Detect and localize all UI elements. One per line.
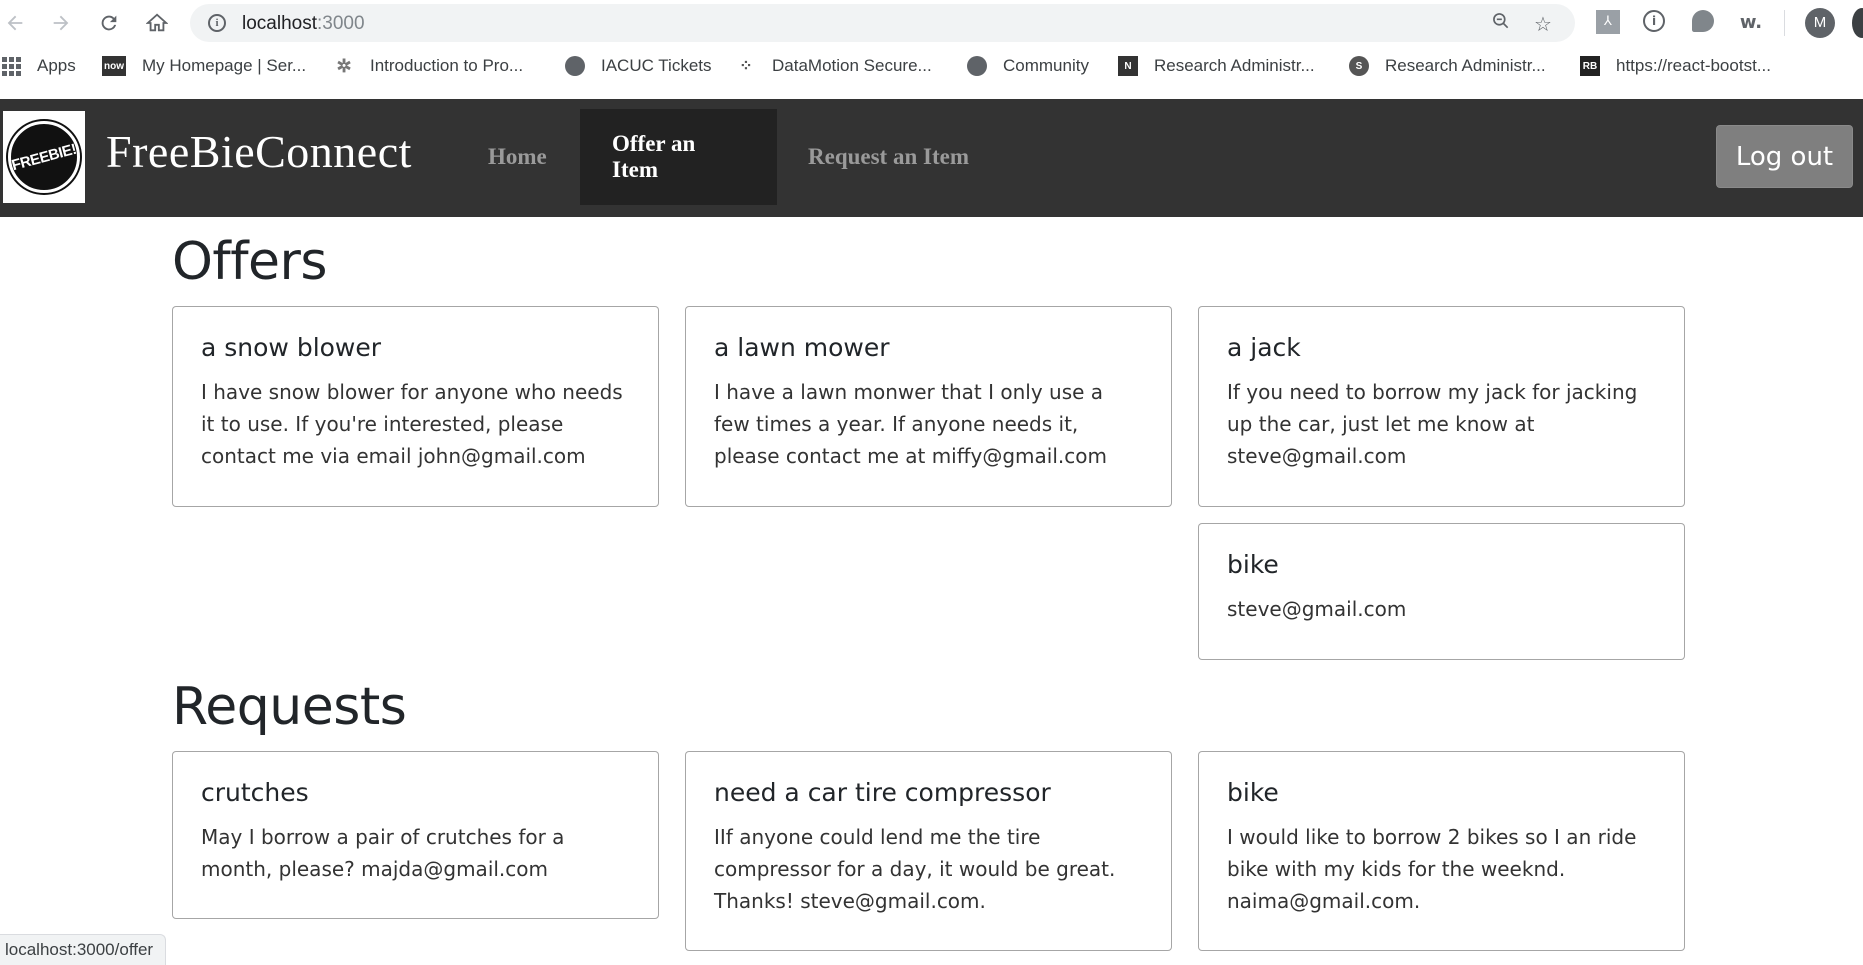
- offer-card[interactable]: bike steve@gmail.com: [1198, 523, 1685, 660]
- url-port: :3000: [317, 13, 365, 34]
- bookmark-star-icon[interactable]: ☆: [1530, 11, 1556, 37]
- request-card[interactable]: crutches May I borrow a pair of crutches…: [172, 751, 659, 919]
- brand-name[interactable]: FreeBieConnect: [106, 125, 412, 178]
- bookmark-label: Community: [1003, 56, 1089, 75]
- card-title: a lawn mower: [714, 333, 890, 362]
- url-text[interactable]: localhost:3000: [242, 13, 365, 35]
- logo-text: FREEBIE!: [9, 140, 79, 174]
- w-extension-icon[interactable]: w.: [1738, 10, 1764, 36]
- nav-home[interactable]: Home: [456, 109, 579, 205]
- logout-button[interactable]: Log out: [1716, 125, 1853, 188]
- zoom-icon[interactable]: [1488, 11, 1514, 37]
- bookmark-introduction[interactable]: ✲ Introduction to Pro...: [334, 56, 523, 76]
- card-title: a jack: [1227, 333, 1301, 362]
- bookmark-datamotion[interactable]: ⁘ DataMotion Secure...: [736, 56, 932, 76]
- bookmark-label: IACUC Tickets: [601, 56, 712, 75]
- bookmark-label: Introduction to Pro...: [370, 56, 524, 75]
- bookmark-label: Research Administr...: [1154, 56, 1315, 75]
- address-bar[interactable]: i localhost:3000 ☆: [190, 4, 1575, 42]
- browser-toolbar: i localhost:3000 ☆ ⅄ i w. M: [0, 0, 1863, 46]
- globe-icon: [967, 56, 987, 76]
- toolbar-divider: [1784, 10, 1785, 36]
- link-status-bar: localhost:3000/offer: [0, 934, 167, 965]
- bookmark-research-admin-2[interactable]: S Research Administr...: [1349, 56, 1546, 76]
- globe-icon: [565, 56, 585, 76]
- offer-card[interactable]: a jack If you need to borrow my jack for…: [1198, 306, 1685, 507]
- card-title: bike: [1227, 550, 1279, 579]
- chat-bubble-icon[interactable]: [1692, 10, 1718, 36]
- card-text: steve@gmail.com: [1227, 597, 1407, 621]
- reload-icon[interactable]: [94, 8, 124, 38]
- offers-heading: Offers: [172, 232, 328, 292]
- nav-offer-item[interactable]: Offer an Item: [580, 109, 777, 205]
- logo-badge-icon: FREEBIE!: [8, 121, 80, 193]
- bookmark-my-homepage[interactable]: now My Homepage | Ser...: [102, 56, 306, 76]
- app-navbar: FREEBIE! FreeBieConnect Home Offer an It…: [0, 99, 1863, 217]
- sharepoint-icon: S: [1349, 56, 1369, 76]
- back-arrow-icon[interactable]: [0, 8, 30, 38]
- forward-arrow-icon[interactable]: [46, 8, 76, 38]
- freebie-logo[interactable]: FREEBIE!: [3, 111, 85, 203]
- bookmark-research-admin-1[interactable]: N Research Administr...: [1118, 56, 1315, 76]
- nav-request-item[interactable]: Request an Item: [776, 109, 1001, 205]
- react-bootstrap-icon: RB: [1580, 56, 1600, 76]
- card-title: bike: [1227, 778, 1279, 807]
- bookmark-apps[interactable]: Apps: [2, 56, 76, 76]
- bookmark-label: Research Administr...: [1385, 56, 1546, 75]
- bookmark-community[interactable]: Community: [967, 56, 1089, 76]
- card-text: May I borrow a pair of crutches for a mo…: [201, 825, 565, 881]
- card-text: I would like to borrow 2 bikes so I an r…: [1227, 825, 1637, 913]
- bookmark-react-bootstrap[interactable]: RB https://react-bootst...: [1580, 56, 1771, 76]
- offer-card[interactable]: a snow blower I have snow blower for any…: [172, 306, 659, 507]
- bookmark-iacuc[interactable]: IACUC Tickets: [565, 56, 712, 76]
- extension-overflow-icon[interactable]: [1852, 8, 1863, 38]
- password-manager-icon[interactable]: i: [1643, 10, 1669, 36]
- bookmarks-bar: Apps now My Homepage | Ser... ✲ Introduc…: [0, 48, 1863, 88]
- offer-card[interactable]: a lawn mower I have a lawn monwer that I…: [685, 306, 1172, 507]
- card-text: I have a lawn monwer that I only use a f…: [714, 380, 1107, 468]
- compass-icon: ✲: [336, 55, 352, 76]
- dots-icon: ⁘: [739, 58, 753, 75]
- card-title: crutches: [201, 778, 309, 807]
- card-title: need a car tire compressor: [714, 778, 1051, 807]
- url-host: localhost: [242, 13, 317, 34]
- card-text: IIf anyone could lend me the tire compre…: [714, 825, 1116, 913]
- bookmark-label: My Homepage | Ser...: [142, 56, 307, 75]
- request-card[interactable]: bike I would like to borrow 2 bikes so I…: [1198, 751, 1685, 951]
- card-text: I have snow blower for anyone who needs …: [201, 380, 623, 468]
- profile-avatar[interactable]: M: [1805, 8, 1835, 38]
- card-title: a snow blower: [201, 333, 382, 362]
- bookmark-label: DataMotion Secure...: [772, 56, 932, 75]
- bookmark-label: https://react-bootst...: [1616, 56, 1771, 75]
- home-icon[interactable]: [142, 8, 172, 38]
- apps-grid-icon: [2, 56, 21, 76]
- requests-heading: Requests: [172, 677, 407, 737]
- now-icon: now: [102, 56, 126, 76]
- onenote-icon: N: [1118, 56, 1138, 76]
- bookmark-label: Apps: [37, 56, 76, 75]
- site-info-icon[interactable]: i: [208, 14, 226, 32]
- pdf-extension-icon[interactable]: ⅄: [1596, 10, 1622, 36]
- card-text: If you need to borrow my jack for jackin…: [1227, 380, 1638, 468]
- request-card[interactable]: need a car tire compressor IIf anyone co…: [685, 751, 1172, 951]
